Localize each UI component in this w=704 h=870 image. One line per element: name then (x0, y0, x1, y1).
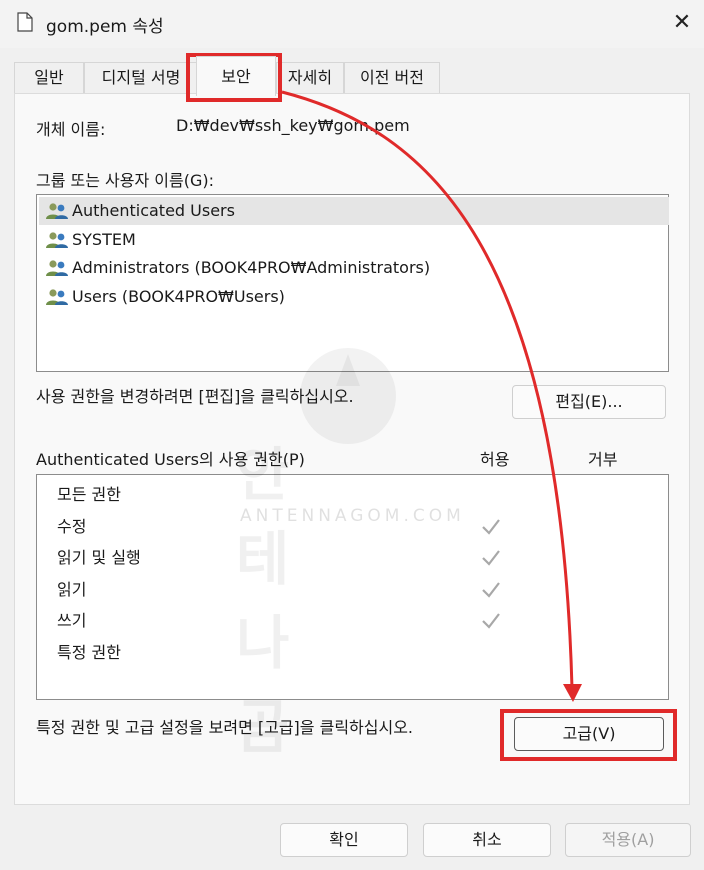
advanced-button[interactable]: 고급(V) (514, 717, 664, 751)
list-item: 특정 권한 (57, 643, 121, 662)
edit-hint: 사용 권한을 변경하려면 [편집]을 클릭하십시오. (36, 387, 354, 406)
check-icon (482, 613, 500, 629)
tab-digital-signature[interactable]: 디지털 서명 (84, 62, 198, 93)
advanced-hint: 특정 권한 및 고급 설정을 보려면 [고급]을 클릭하십시오. (36, 718, 414, 737)
deny-header: 거부 (588, 450, 618, 469)
users-group-icon (46, 289, 68, 305)
check-icon (482, 582, 500, 598)
list-item[interactable]: SYSTEM (39, 226, 669, 254)
list-item[interactable]: Authenticated Users (39, 197, 669, 225)
file-icon (17, 12, 33, 32)
tab-previous-versions[interactable]: 이전 버전 (344, 62, 440, 93)
list-item: 수정 (57, 517, 87, 536)
user-name: Authenticated Users (72, 201, 235, 220)
tab-details[interactable]: 자세히 (276, 62, 344, 93)
list-item[interactable]: Users (BOOK4PRO₩Users) (39, 283, 669, 311)
user-name: SYSTEM (72, 230, 136, 249)
cancel-button[interactable]: 취소 (423, 823, 551, 857)
object-name-value: D:₩dev₩ssh_key₩gom.pem (176, 116, 410, 135)
title-bar: gom.pem 속성 ✕ (0, 0, 704, 48)
list-item: 모든 권한 (57, 485, 121, 504)
ok-button[interactable]: 확인 (280, 823, 408, 857)
list-item: 쓰기 (57, 611, 87, 630)
users-group-icon (46, 232, 68, 248)
tab-security[interactable]: 보안 (196, 56, 276, 96)
list-item: 읽기 (57, 580, 87, 599)
check-icon (482, 550, 500, 566)
users-group-icon (46, 203, 68, 219)
edit-button[interactable]: 편집(E)... (512, 385, 666, 419)
tab-general[interactable]: 일반 (14, 62, 84, 93)
permissions-label: Authenticated Users의 사용 권한(P) (36, 450, 305, 469)
close-button[interactable]: ✕ (664, 8, 700, 38)
allow-header: 허용 (480, 450, 510, 469)
check-icon (482, 519, 500, 535)
permissions-listbox[interactable]: 모든 권한 수정 읽기 및 실행 읽기 쓰기 특정 권한 (36, 474, 669, 700)
user-name: Users (BOOK4PRO₩Users) (72, 287, 285, 306)
users-group-icon (46, 260, 68, 276)
users-listbox[interactable]: Authenticated Users SYSTEM Administrator… (36, 194, 669, 372)
window-title: gom.pem 속성 (46, 17, 164, 37)
object-name-label: 개체 이름: (36, 120, 106, 139)
list-item: 읽기 및 실행 (57, 548, 141, 567)
groups-label: 그룹 또는 사용자 이름(G): (36, 171, 215, 190)
list-item[interactable]: Administrators (BOOK4PRO₩Administrators) (39, 254, 669, 282)
user-name: Administrators (BOOK4PRO₩Administrators) (72, 258, 431, 277)
apply-button[interactable]: 적용(A) (565, 823, 691, 857)
